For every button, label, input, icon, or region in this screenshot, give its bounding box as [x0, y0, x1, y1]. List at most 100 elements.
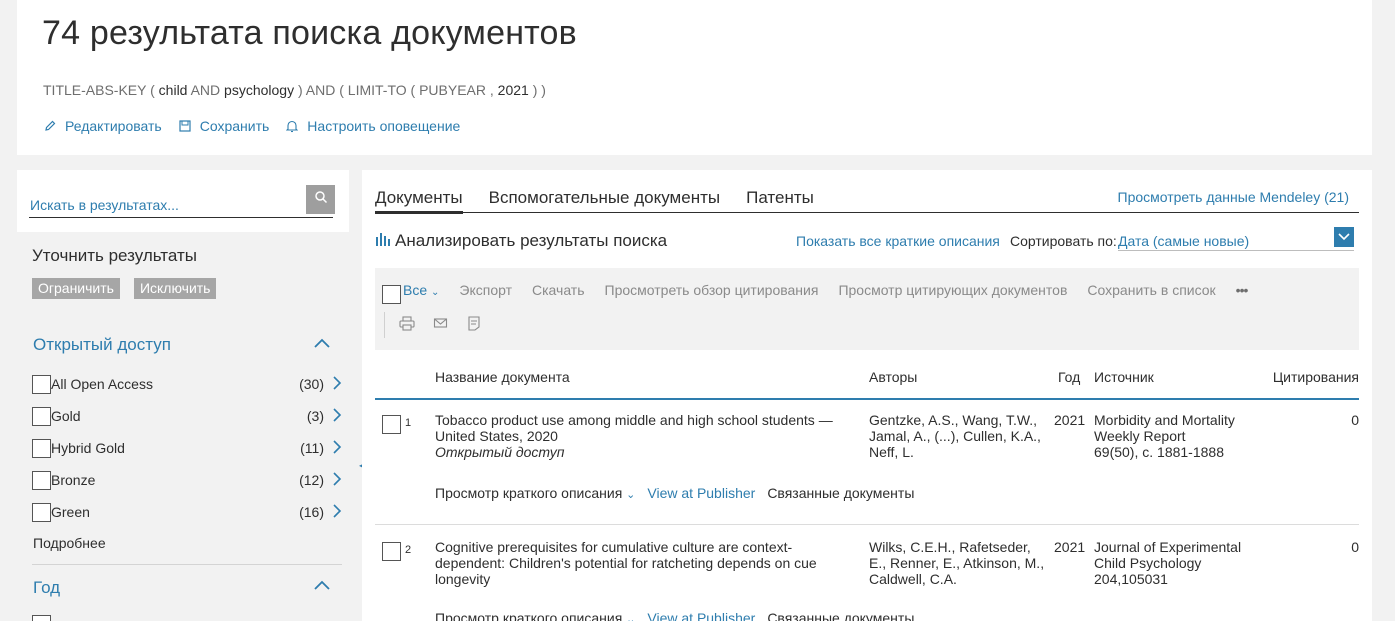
view-at-publisher-link[interactable]: View at Publisher	[647, 610, 755, 621]
tab-patents[interactable]: Патенты	[746, 188, 814, 214]
document-title[interactable]: Tobacco product use among middle and hig…	[435, 412, 840, 460]
search-within-input[interactable]	[29, 192, 333, 218]
chevron-down-icon: ⌄	[626, 489, 636, 501]
search-button[interactable]	[306, 185, 335, 214]
document-title[interactable]: Cognitive prerequisites for cumulative c…	[435, 539, 840, 587]
chevron-up-icon[interactable]	[314, 580, 330, 590]
toolbar-icons	[399, 316, 481, 336]
results-header: 74 результата поиска документов TITLE-AB…	[17, 0, 1372, 155]
chevron-up-icon[interactable]	[314, 338, 330, 348]
column-citations[interactable]: Цитирования	[1273, 369, 1359, 385]
email-icon[interactable]	[433, 316, 449, 336]
tab-documents[interactable]: Документы	[375, 188, 463, 214]
print-icon[interactable]	[399, 316, 415, 336]
tab-secondary-documents[interactable]: Вспомогательные документы	[489, 188, 720, 214]
refine-results-title: Уточнить результаты	[32, 246, 197, 265]
view-abstract-link[interactable]: Просмотр краткого описания ⌄	[435, 485, 635, 501]
document-source[interactable]: Morbidity and Mortality Weekly Report 69…	[1094, 412, 1264, 460]
chevron-right-icon[interactable]	[332, 376, 342, 390]
facet-checkbox[interactable]	[32, 406, 51, 426]
citation-overview-button[interactable]: Просмотреть обзор цитирования	[605, 282, 819, 298]
citation-count: 0	[1351, 412, 1359, 428]
facet-checkbox[interactable]	[32, 502, 51, 522]
export-button[interactable]: Экспорт	[459, 282, 512, 298]
citing-documents-button[interactable]: Просмотр цитирующих документов	[838, 282, 1067, 298]
row-divider	[375, 524, 1359, 525]
related-documents-link[interactable]: Связанные документы	[767, 485, 914, 501]
header-actions: Редактировать Сохранить Настроить оповещ…	[43, 118, 460, 134]
show-all-abstracts-link[interactable]: Показать все краткие описания	[796, 233, 1000, 249]
chevron-down-icon: ⌄	[431, 286, 440, 298]
chevron-down-icon: ⌄	[626, 614, 636, 621]
edit-button[interactable]: Редактировать	[43, 118, 162, 134]
document-source[interactable]: Journal of Experimental Child Psychology…	[1094, 539, 1264, 587]
row-number: 1	[405, 417, 412, 429]
sort-select[interactable]: Дата (самые новые)	[1118, 227, 1354, 251]
facet-item[interactable]	[32, 615, 51, 621]
more-options-icon[interactable]: •••	[1236, 282, 1249, 298]
table-row: 1 Tobacco product use among middle and h…	[375, 412, 1359, 524]
tabs-underline	[375, 212, 1359, 213]
view-at-publisher-link[interactable]: View at Publisher	[647, 485, 755, 501]
chevron-right-icon[interactable]	[332, 472, 342, 486]
facet-item[interactable]: All Open Access (30)	[32, 368, 344, 400]
download-button[interactable]: Скачать	[532, 282, 585, 298]
chevron-right-icon[interactable]	[332, 440, 342, 454]
bibliography-icon[interactable]	[467, 316, 481, 336]
save-icon	[178, 119, 192, 133]
toolbar-divider	[384, 312, 385, 338]
row-links: Просмотр краткого описания ⌄ View at Pub…	[435, 485, 914, 501]
mendeley-link[interactable]: Просмотреть данные Mendeley (21)	[1118, 189, 1350, 205]
save-to-list-button[interactable]: Сохранить в список	[1087, 282, 1215, 298]
exclude-button[interactable]: Исключить	[133, 278, 217, 299]
analyze-results-link[interactable]: Анализировать результаты поиска	[375, 231, 667, 251]
document-authors[interactable]: Gentzke, A.S., Wang, T.W., Jamal, A., (.…	[869, 412, 1049, 460]
column-source[interactable]: Источник	[1094, 369, 1154, 385]
facet-item[interactable]: Bronze (12)	[32, 464, 344, 496]
sort-label: Сортировать по:	[1010, 233, 1117, 249]
row-number: 2	[405, 544, 412, 556]
open-access-label: Открытый доступ	[435, 444, 565, 460]
document-year: 2021	[1054, 539, 1086, 555]
results-panel: Документы Вспомогательные документы Пате…	[362, 170, 1372, 621]
search-query: TITLE-ABS-KEY ( child AND psychology ) A…	[43, 82, 546, 98]
facet-checkbox[interactable]	[32, 374, 51, 394]
column-year[interactable]: Год	[1058, 369, 1080, 385]
row-checkbox[interactable]	[382, 542, 401, 561]
facet-item[interactable]: Gold (3)	[32, 400, 344, 432]
facet-heading-year[interactable]: Год	[33, 578, 60, 598]
table-row: 2 Cognitive prerequisites for cumulative…	[375, 539, 1359, 621]
facet-item[interactable]: Green (16)	[32, 496, 344, 528]
document-authors[interactable]: Wilks, C.E.H., Rafetseder, E., Renner, E…	[869, 539, 1049, 587]
chevron-right-icon[interactable]	[332, 504, 342, 518]
bar-chart-icon	[375, 231, 391, 251]
select-all-dropdown[interactable]: Все ⌄	[403, 282, 439, 298]
results-tabs: Документы Вспомогательные документы Пате…	[375, 188, 814, 214]
search-within-results	[17, 170, 349, 232]
facet-checkbox[interactable]	[32, 438, 51, 458]
show-more-link[interactable]: Подробнее	[33, 535, 106, 551]
bell-icon	[285, 119, 299, 133]
pencil-icon	[43, 119, 57, 133]
view-abstract-link[interactable]: Просмотр краткого описания ⌄	[435, 610, 635, 621]
set-alert-button[interactable]: Настроить оповещение	[285, 118, 460, 134]
chevron-down-icon[interactable]	[1334, 227, 1354, 247]
citation-count: 0	[1351, 539, 1359, 555]
search-icon	[314, 190, 328, 209]
row-checkbox[interactable]	[382, 415, 401, 434]
column-authors[interactable]: Авторы	[869, 369, 917, 385]
facet-item[interactable]: Hybrid Gold (11)	[32, 432, 344, 464]
document-year: 2021	[1054, 412, 1086, 428]
facet-checkbox[interactable]	[32, 615, 51, 621]
chevron-right-icon[interactable]	[332, 408, 342, 422]
related-documents-link[interactable]: Связанные документы	[767, 610, 914, 621]
limit-to-button[interactable]: Ограничить	[32, 278, 120, 299]
facet-list-open-access: All Open Access (30) Gold (3) Hybrid Gol…	[32, 368, 344, 528]
column-title[interactable]: Название документа	[435, 369, 570, 385]
facet-checkbox[interactable]	[32, 470, 51, 490]
toolbar-actions: Все ⌄ Экспорт Скачать Просмотреть обзор …	[382, 280, 1267, 304]
save-search-button[interactable]: Сохранить	[178, 118, 269, 134]
facet-heading-open-access[interactable]: Открытый доступ	[33, 335, 171, 355]
select-all-checkbox[interactable]	[382, 285, 401, 304]
results-table-header: Название документа Авторы Год Источник Ц…	[375, 366, 1359, 400]
